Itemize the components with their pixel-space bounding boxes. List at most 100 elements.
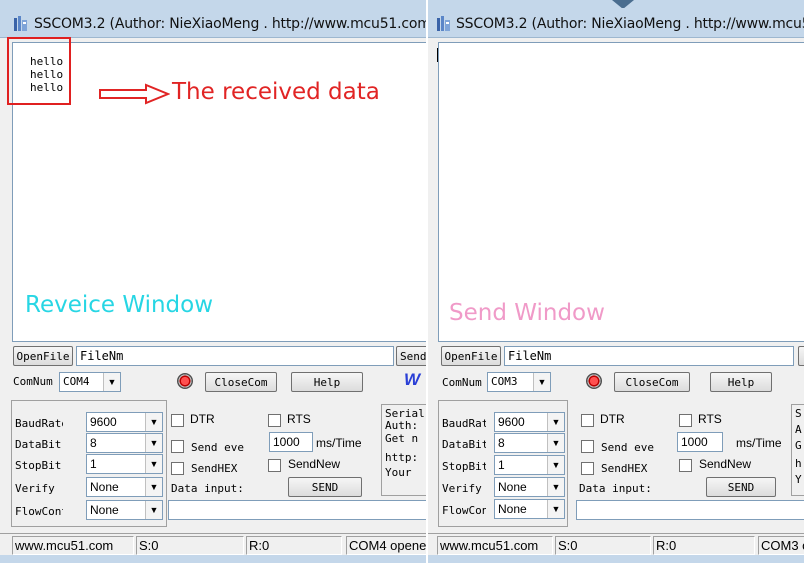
ms-per-time-label: ms/Time bbox=[736, 436, 782, 450]
verify-value: None bbox=[90, 480, 119, 494]
status-received-count: R:0 bbox=[653, 536, 755, 555]
rts-label: RTS bbox=[287, 412, 311, 426]
status-url: www.mcu51.com bbox=[12, 536, 134, 555]
flowctrl-select[interactable]: None ▼ bbox=[494, 499, 565, 519]
baudrate-label: BaudRate bbox=[442, 417, 486, 430]
received-data-highlight-box bbox=[7, 37, 71, 105]
dtr-checkbox[interactable] bbox=[581, 414, 594, 427]
info-line: http: bbox=[385, 451, 419, 464]
info-line: Y bbox=[795, 473, 802, 486]
data-input-field[interactable] bbox=[576, 500, 804, 520]
sscom-app-icon bbox=[437, 16, 450, 31]
dtr-checkbox[interactable] bbox=[171, 414, 184, 427]
arrow-right-icon bbox=[99, 83, 170, 105]
send-file-button[interactable]: SendFile bbox=[396, 346, 426, 366]
chevron-down-icon[interactable]: ▼ bbox=[547, 500, 564, 518]
send-every-checkbox[interactable] bbox=[581, 440, 594, 453]
chevron-down-icon[interactable]: ▼ bbox=[547, 456, 564, 474]
window-frame bbox=[0, 555, 426, 563]
status-bar: www.mcu51.com S:0 R:0 COM4 opened bbox=[0, 533, 426, 555]
baudrate-select[interactable]: 9600 ▼ bbox=[494, 412, 565, 432]
send-interval-input[interactable]: 1000 bbox=[269, 432, 313, 452]
send-button[interactable]: SEND bbox=[288, 477, 362, 497]
red-indicator-icon[interactable] bbox=[177, 373, 193, 389]
info-line: A bbox=[795, 423, 802, 436]
send-textarea[interactable] bbox=[438, 42, 804, 342]
send-interval-input[interactable]: 1000 bbox=[677, 432, 723, 452]
chevron-down-icon[interactable]: ▼ bbox=[547, 478, 564, 496]
verify-label: Verify bbox=[442, 482, 482, 495]
sscom-app-icon bbox=[14, 16, 27, 31]
rts-checkbox[interactable] bbox=[679, 414, 692, 427]
close-com-button[interactable]: CloseCom bbox=[614, 372, 690, 392]
receive-app-window: SSCOM3.2 (Author: NieXiaoMeng . http://w… bbox=[0, 0, 426, 563]
rts-checkbox[interactable] bbox=[268, 414, 281, 427]
title-bar[interactable]: SSCOM3.2 (Author: NieXiaoMeng . http://w… bbox=[0, 8, 426, 38]
info-line: h bbox=[795, 457, 802, 470]
baudrate-value: 9600 bbox=[498, 415, 525, 429]
stopbits-label: StopBit bbox=[442, 460, 486, 473]
flowctrl-value: None bbox=[90, 503, 119, 517]
status-received-count: R:0 bbox=[246, 536, 342, 555]
verify-select[interactable]: None ▼ bbox=[494, 477, 565, 497]
chevron-down-icon[interactable]: ▼ bbox=[145, 455, 162, 473]
sendnew-label: SendNew bbox=[288, 457, 341, 471]
chevron-down-icon[interactable]: ▼ bbox=[547, 434, 564, 452]
comnum-select[interactable]: COM3 ▼ bbox=[487, 372, 551, 392]
chevron-down-icon[interactable]: ▼ bbox=[145, 434, 162, 452]
stopbits-select[interactable]: 1 ▼ bbox=[86, 454, 163, 474]
baudrate-select[interactable]: 9600 ▼ bbox=[86, 412, 163, 432]
comnum-label: ComNum bbox=[442, 376, 482, 389]
received-data-annotation: The received data bbox=[172, 79, 380, 105]
stopbits-value: 1 bbox=[498, 458, 505, 472]
info-line: G bbox=[795, 439, 802, 452]
verify-value: None bbox=[498, 480, 527, 494]
send-button[interactable]: SEND bbox=[706, 477, 776, 497]
status-sent-count: S:0 bbox=[136, 536, 244, 555]
status-bar: www.mcu51.com S:0 R:0 COM3 opened bbox=[428, 533, 804, 555]
send-every-checkbox[interactable] bbox=[171, 440, 184, 453]
ms-per-time-label: ms/Time bbox=[316, 436, 362, 450]
info-line: S bbox=[795, 407, 802, 420]
file-name-input[interactable]: FileNm bbox=[76, 346, 394, 366]
chevron-down-icon[interactable]: ▼ bbox=[145, 413, 162, 431]
sendhex-checkbox[interactable] bbox=[171, 462, 184, 475]
open-file-button[interactable]: OpenFile bbox=[13, 346, 73, 366]
close-com-button[interactable]: CloseCom bbox=[205, 372, 277, 392]
red-indicator-icon[interactable] bbox=[586, 373, 602, 389]
chevron-down-icon[interactable]: ▼ bbox=[145, 501, 162, 519]
rts-label: RTS bbox=[698, 412, 722, 426]
help-button[interactable]: Help bbox=[710, 372, 772, 392]
send-every-label: Send eve bbox=[191, 441, 244, 454]
text-caret bbox=[437, 48, 438, 62]
flowctrl-value: None bbox=[498, 502, 527, 516]
sendhex-label: SendHEX bbox=[191, 462, 238, 475]
send-file-button[interactable] bbox=[798, 346, 804, 366]
verify-select[interactable]: None ▼ bbox=[86, 477, 163, 497]
send-every-label: Send eve bbox=[601, 441, 654, 454]
databits-value: 8 bbox=[90, 436, 97, 450]
status-port: COM4 opened bbox=[346, 536, 426, 555]
chevron-down-icon[interactable]: ▼ bbox=[145, 478, 162, 496]
sendnew-checkbox[interactable] bbox=[679, 459, 692, 472]
flowctrl-label: FlowCont bbox=[15, 505, 63, 518]
flowctrl-select[interactable]: None ▼ bbox=[86, 500, 163, 520]
sendnew-checkbox[interactable] bbox=[268, 459, 281, 472]
stopbits-select[interactable]: 1 ▼ bbox=[494, 455, 565, 475]
chevron-down-icon[interactable]: ▼ bbox=[103, 373, 120, 391]
data-input-field[interactable] bbox=[168, 500, 426, 520]
comnum-value: COM4 bbox=[63, 375, 90, 388]
sendnew-label: SendNew bbox=[699, 457, 752, 471]
open-file-button[interactable]: OpenFile bbox=[441, 346, 501, 366]
info-line: Auth: bbox=[385, 419, 419, 432]
databits-select[interactable]: 8 ▼ bbox=[494, 433, 565, 453]
title-bar[interactable]: SSCOM3.2 (Author: NieXiaoMeng . http://w… bbox=[428, 8, 804, 38]
databits-select[interactable]: 8 ▼ bbox=[86, 433, 163, 453]
comnum-select[interactable]: COM4 ▼ bbox=[59, 372, 121, 392]
sendhex-checkbox[interactable] bbox=[581, 462, 594, 475]
window-frame bbox=[0, 0, 426, 8]
chevron-down-icon[interactable]: ▼ bbox=[547, 413, 564, 431]
file-name-input[interactable]: FileNm bbox=[504, 346, 794, 366]
chevron-down-icon[interactable]: ▼ bbox=[533, 373, 550, 391]
help-button[interactable]: Help bbox=[291, 372, 363, 392]
